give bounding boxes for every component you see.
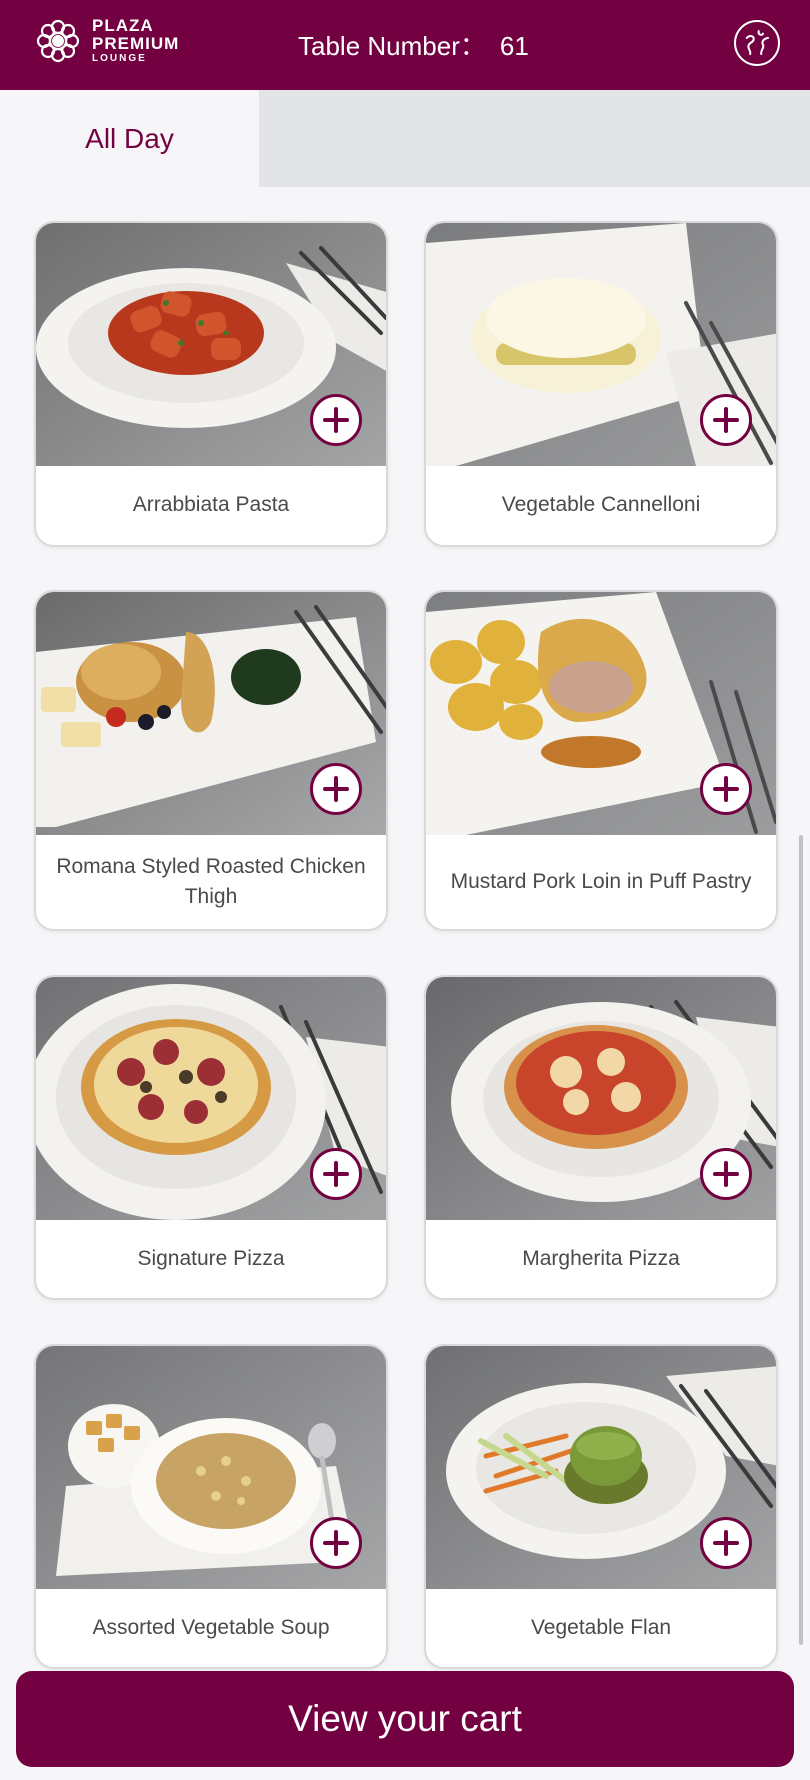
brand-line-2: PREMIUM bbox=[92, 34, 180, 54]
language-button[interactable] bbox=[734, 20, 780, 66]
add-to-cart-button[interactable] bbox=[310, 1148, 362, 1200]
category-tabs: All Day bbox=[0, 90, 810, 187]
brand-line-3: LOUNGE bbox=[92, 53, 147, 65]
globe-icon bbox=[745, 30, 770, 56]
add-to-cart-button[interactable] bbox=[700, 394, 752, 446]
menu-item-mustard-pork-loin-puff-pastry[interactable]: Mustard Pork Loin in Puff Pastry bbox=[424, 590, 778, 931]
tab-all-day[interactable]: All Day bbox=[0, 90, 259, 187]
view-cart-button[interactable]: View your cart bbox=[16, 1671, 794, 1767]
table-number-value: 61 bbox=[499, 31, 529, 61]
menu-item-name: Romana Styled Roasted Chicken Thigh bbox=[56, 854, 366, 908]
table-number-display: Table Number： 61 bbox=[298, 26, 529, 63]
menu-item-name: Margherita Pizza bbox=[522, 1246, 680, 1270]
menu-item-name: Arrabbiata Pasta bbox=[132, 493, 290, 517]
add-to-cart-button[interactable] bbox=[700, 1148, 752, 1200]
menu-item-name: Vegetable Cannelloni bbox=[501, 493, 701, 517]
brand-wordmark: PLAZA PREMIUM LOUNGE bbox=[92, 17, 179, 64]
menu-item-assorted-vegetable-soup[interactable]: Assorted Vegetable Soup bbox=[34, 1344, 388, 1669]
menu-item-name: Signature Pizza bbox=[137, 1246, 285, 1270]
top-bar: PLAZA PREMIUM LOUNGE Table Number： 61 bbox=[0, 0, 810, 90]
menu-item-arrabbiata-pasta[interactable]: Arrabbiata Pasta bbox=[34, 221, 388, 547]
menu-item-romana-roasted-chicken-thigh[interactable]: Romana Styled Roasted Chicken Thigh bbox=[34, 590, 388, 931]
page: PLAZA PREMIUM LOUNGE Table Number： 61 All… bbox=[0, 0, 810, 1780]
add-to-cart-button[interactable] bbox=[310, 763, 362, 815]
brand-logo: PLAZA PREMIUM LOUNGE bbox=[34, 17, 179, 65]
plaza-premium-lounge-logo-icon bbox=[36, 19, 80, 63]
menu-item-vegetable-flan[interactable]: Vegetable Flan bbox=[424, 1344, 778, 1669]
add-to-cart-button[interactable] bbox=[310, 394, 362, 446]
menu-item-margherita-pizza[interactable]: Margherita Pizza bbox=[424, 975, 778, 1300]
menu-item-name: Vegetable Flan bbox=[530, 1615, 672, 1639]
table-number-label: Table Number： bbox=[298, 31, 486, 61]
tab-bar-filler bbox=[259, 90, 810, 187]
add-to-cart-button[interactable] bbox=[700, 763, 752, 815]
menu-item-name: Assorted Vegetable Soup bbox=[92, 1615, 330, 1639]
menu-item-vegetable-cannelloni[interactable]: Vegetable Cannelloni bbox=[424, 221, 778, 547]
brand-line-1: PLAZA bbox=[92, 16, 154, 36]
add-to-cart-button[interactable] bbox=[700, 1517, 752, 1569]
add-to-cart-button[interactable] bbox=[310, 1517, 362, 1569]
menu-item-name: Mustard Pork Loin in Puff Pastry bbox=[450, 869, 752, 893]
scrollbar-thumb[interactable] bbox=[799, 835, 803, 1645]
menu-item-signature-pizza[interactable]: Signature Pizza bbox=[34, 975, 388, 1300]
